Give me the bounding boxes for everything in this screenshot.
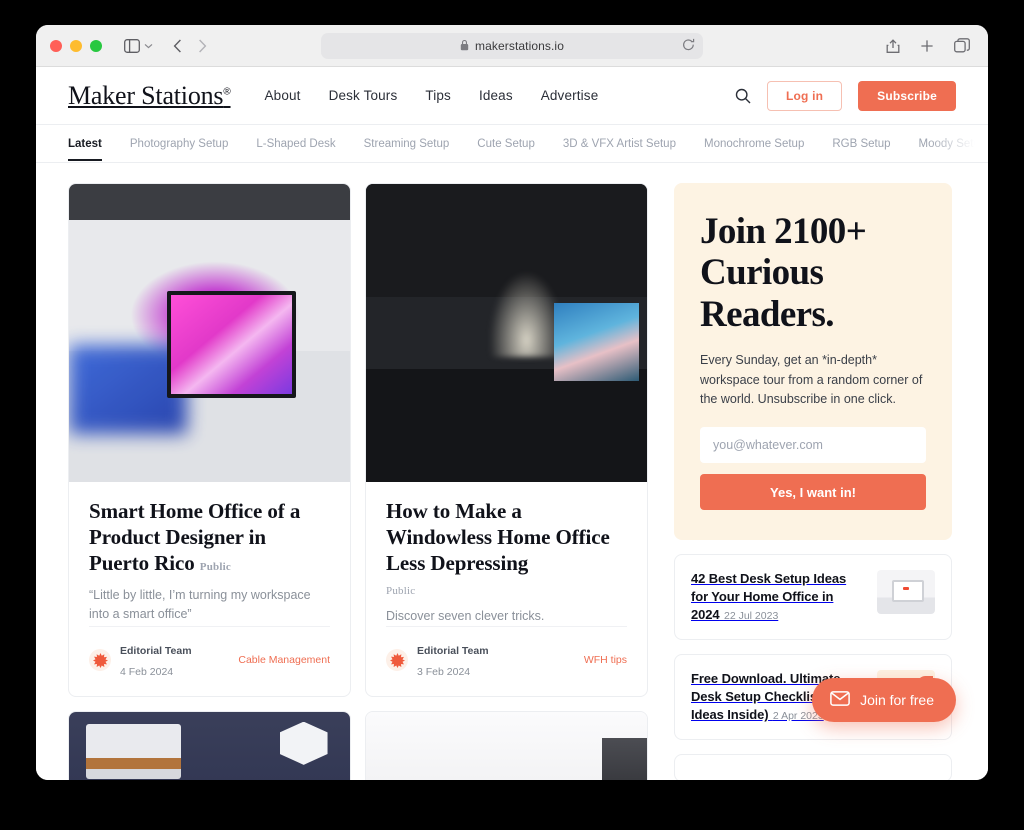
newsletter-description: Every Sunday, get an *in-depth* workspac…	[700, 353, 923, 407]
post-feed: Smart Home Office of a Product Designer …	[68, 183, 648, 780]
forward-chevron-icon[interactable]	[198, 39, 207, 53]
category-l-shaped-desk[interactable]: L-Shaped Desk	[256, 127, 335, 161]
post-title[interactable]: How to Make a Windowless Home Office Les…	[386, 498, 627, 576]
post-body: Smart Home Office of a Product Designer …	[69, 482, 350, 626]
category-latest[interactable]: Latest	[68, 127, 102, 161]
post-card[interactable]: Smart Home Office of a Product Designer …	[68, 183, 351, 698]
close-window-button[interactable]	[50, 39, 62, 52]
nav-item-about[interactable]: About	[265, 88, 301, 103]
tab-overview-icon[interactable]	[954, 38, 970, 53]
post-meta-text: Editorial Team 3 Feb 2024	[417, 639, 489, 682]
rail-post-text: 42 Best Desk Setup Ideas for Your Home O…	[691, 570, 865, 624]
post-card[interactable]: How to Make a Windowless Home Office Les…	[365, 183, 648, 698]
post-title[interactable]: Smart Home Office of a Product Designer …	[89, 498, 330, 576]
category-rgb-setup[interactable]: RGB Setup	[832, 127, 890, 161]
starburst-icon	[389, 652, 405, 668]
login-button[interactable]: Log in	[766, 80, 843, 111]
post-body: How to Make a Windowless Home Office Les…	[366, 482, 647, 626]
category-streaming-setup[interactable]: Streaming Setup	[364, 127, 450, 161]
chevron-down-icon[interactable]	[144, 43, 153, 49]
category-cute-setup[interactable]: Cute Setup	[477, 127, 535, 161]
category-photography-setup[interactable]: Photography Setup	[130, 127, 228, 161]
address-bar-url: makerstations.io	[475, 38, 564, 53]
rail-post-date: 22 Jul 2023	[723, 610, 779, 623]
page-viewport: Maker Stations® About Desk Tours Tips Id…	[36, 67, 988, 780]
plus-icon[interactable]	[920, 39, 934, 53]
post-date: 4 Feb 2024	[120, 666, 174, 679]
white-room-desk-photo[interactable]	[366, 712, 647, 780]
join-for-free-button[interactable]: Join for free	[812, 678, 956, 722]
browser-window: makerstations.io Maker Stations® About D…	[36, 25, 988, 780]
post-meta-text: Editorial Team 4 Feb 2024	[120, 639, 192, 682]
main-navigation: About Desk Tours Tips Ideas Advertise	[265, 88, 599, 103]
avatar	[386, 649, 408, 672]
rail-post-card-partial[interactable]	[674, 754, 952, 780]
white-desk-monitor-thumbnail	[877, 570, 935, 615]
reload-icon[interactable]	[682, 38, 695, 52]
post-title-text: Smart Home Office of a Product Designer …	[89, 499, 301, 576]
subscribe-button[interactable]: Subscribe	[858, 80, 956, 111]
category-monochrome-setup[interactable]: Monochrome Setup	[704, 127, 804, 161]
rail-post-card[interactable]: 42 Best Desk Setup Ideas for Your Home O…	[674, 554, 952, 641]
join-for-free-label: Join for free	[860, 692, 934, 708]
share-icon[interactable]	[886, 38, 900, 54]
category-bar: Latest Photography Setup L-Shaped Desk S…	[36, 125, 988, 163]
registered-trademark-icon: ®	[223, 85, 231, 97]
starburst-icon	[92, 652, 108, 668]
post-date: 3 Feb 2024	[417, 666, 471, 679]
post-meta: Editorial Team 3 Feb 2024 WFH tips	[386, 625, 627, 696]
post-excerpt: “Little by little, I’m turning my worksp…	[89, 588, 311, 621]
window-traffic-lights	[50, 39, 102, 52]
dark-moody-desk-setup-photo[interactable]	[366, 184, 647, 482]
sidebar-toggle-icon[interactable]	[124, 38, 140, 53]
nav-item-tips[interactable]: Tips	[425, 88, 451, 103]
post-author: Editorial Team	[417, 644, 489, 657]
post-card[interactable]	[365, 711, 648, 780]
nav-item-desk-tours[interactable]: Desk Tours	[329, 88, 398, 103]
post-excerpt: Discover seven clever tricks.	[386, 609, 545, 624]
search-icon[interactable]	[735, 88, 751, 104]
browser-toolbar: makerstations.io	[36, 25, 988, 67]
site-header: Maker Stations® About Desk Tours Tips Id…	[36, 67, 988, 125]
post-visibility-badge: Public	[199, 561, 231, 574]
newsletter-heading: Join 2100+ Curious Readers.	[700, 211, 867, 335]
header-actions: Log in Subscribe	[735, 80, 956, 111]
avatar	[89, 649, 111, 672]
nav-item-ideas[interactable]: Ideas	[479, 88, 513, 103]
post-card[interactable]	[68, 711, 351, 780]
category-3d-vfx-artist-setup[interactable]: 3D & VFX Artist Setup	[563, 127, 676, 161]
newsletter-email-input[interactable]	[700, 427, 926, 464]
sidebar-toggle-group[interactable]	[124, 38, 153, 53]
envelope-icon	[830, 691, 850, 709]
address-bar[interactable]: makerstations.io	[321, 32, 703, 59]
browser-toolbar-actions	[886, 38, 974, 54]
minimize-window-button[interactable]	[70, 39, 82, 52]
newsletter-submit-button[interactable]: Yes, I want in!	[700, 474, 926, 511]
post-meta: Editorial Team 4 Feb 2024 Cable Manageme…	[89, 625, 330, 696]
lock-icon	[460, 40, 469, 51]
navy-wall-floating-shelf-photo[interactable]	[69, 712, 350, 780]
post-tag[interactable]: WFH tips	[584, 654, 627, 666]
post-tag[interactable]: Cable Management	[238, 654, 330, 666]
maximize-window-button[interactable]	[90, 39, 102, 52]
back-chevron-icon[interactable]	[173, 39, 182, 53]
post-author: Editorial Team	[120, 644, 192, 657]
site-logo[interactable]: Maker Stations®	[68, 81, 231, 111]
newsletter-signup-box: Join 2100+ Curious Readers. Every Sunday…	[674, 183, 952, 541]
post-visibility-badge: Public	[386, 585, 416, 598]
nav-item-advertise[interactable]: Advertise	[541, 88, 599, 103]
site-logo-text: Maker Stations	[68, 80, 224, 110]
navigation-arrows	[173, 39, 207, 53]
bright-pegboard-desk-setup-photo[interactable]	[69, 184, 350, 482]
category-moody-setup[interactable]: Moody Setup	[919, 127, 987, 161]
